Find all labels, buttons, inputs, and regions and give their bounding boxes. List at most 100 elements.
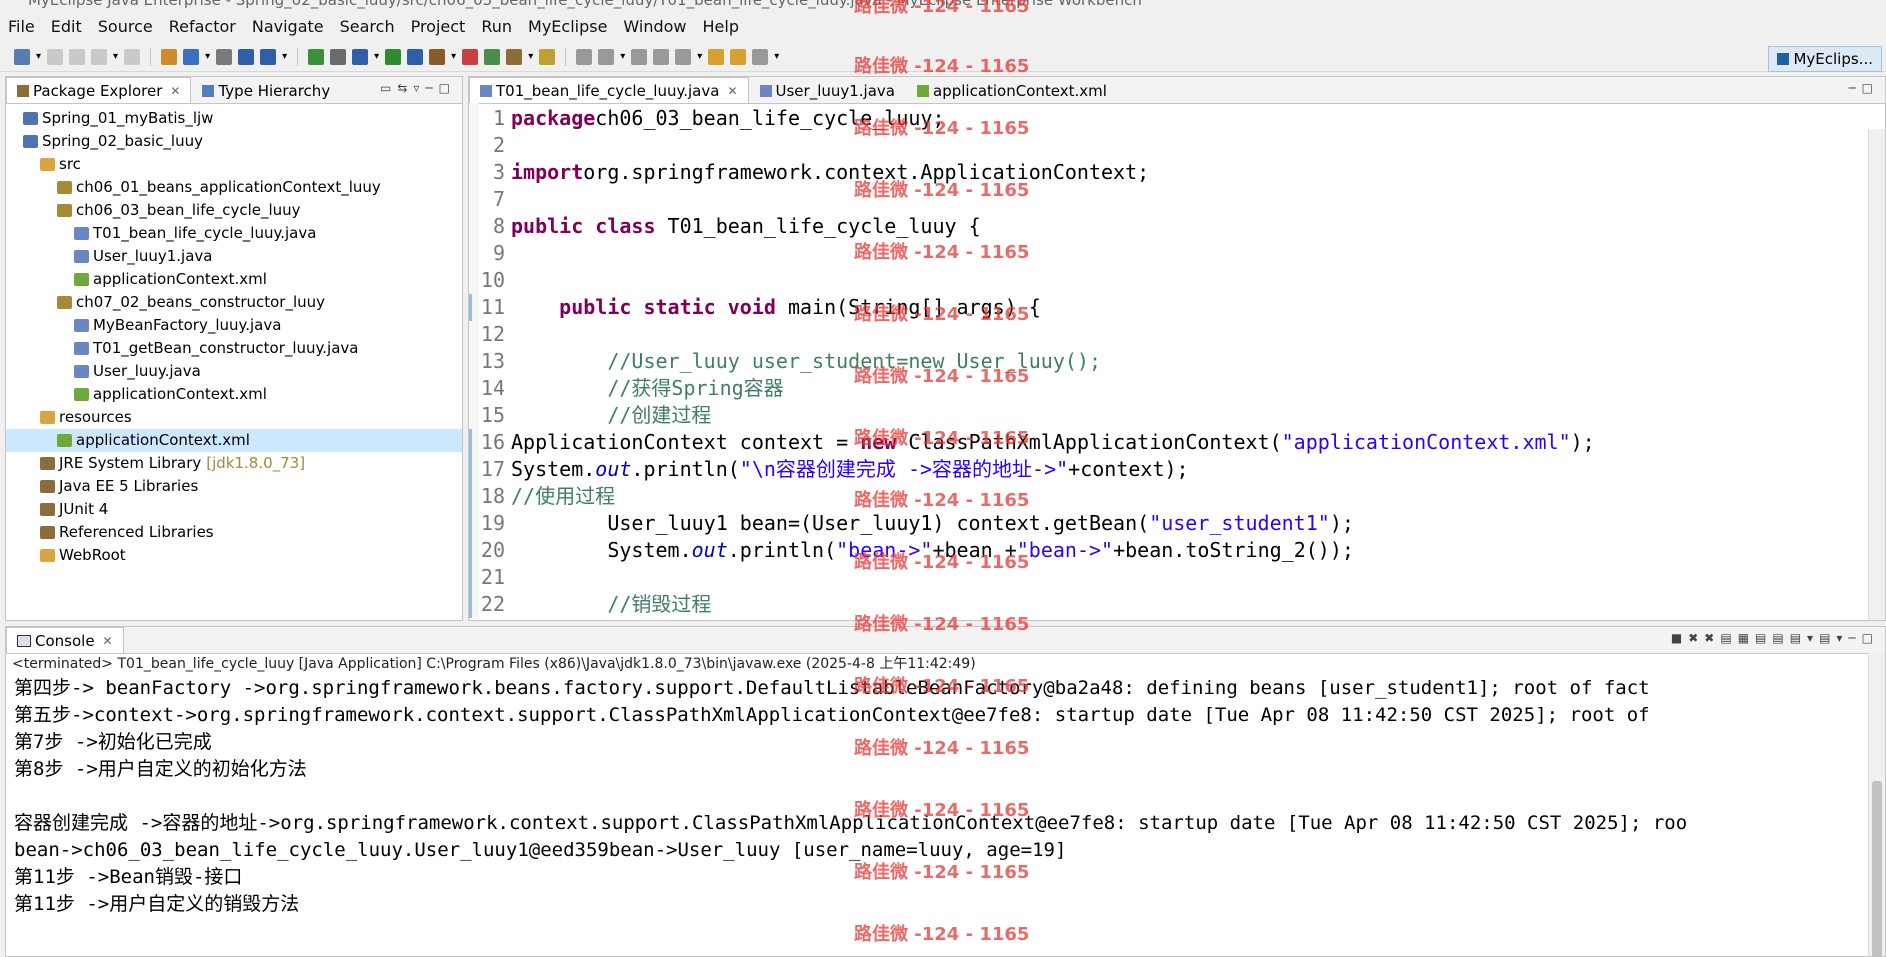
chevron-down-icon[interactable]: ▾ <box>528 51 533 62</box>
new-project-icon[interactable] <box>161 48 178 65</box>
tree-item[interactable]: Referenced Libraries <box>6 521 462 544</box>
forward-icon[interactable] <box>730 48 747 65</box>
watermark-text: 路佳微 -124 - 1165 <box>854 862 1030 883</box>
menu-item-navigate[interactable]: Navigate <box>244 17 332 36</box>
watermark-text: 路佳微 -124 - 1165 <box>854 366 1030 387</box>
wand-icon[interactable] <box>539 48 556 65</box>
menu-item-window[interactable]: Window <box>615 17 694 36</box>
print-icon[interactable] <box>91 48 108 65</box>
tree-item[interactable]: ch06_03_bean_life_cycle_luuy <box>6 199 462 222</box>
menu-item-edit[interactable]: Edit <box>43 17 90 36</box>
format-icon[interactable] <box>631 48 648 65</box>
menu-item-source[interactable]: Source <box>90 17 161 36</box>
bean-icon[interactable] <box>506 48 523 65</box>
chevron-down-icon[interactable]: ▾ <box>36 51 41 62</box>
tree-item[interactable]: src <box>6 153 462 176</box>
link-icon[interactable] <box>216 48 233 65</box>
tree-item[interactable]: applicationContext.xml <box>6 383 462 406</box>
stop-icon[interactable] <box>462 48 479 65</box>
console-line: 第8步 ->用户自定义的初始化方法 <box>14 758 307 780</box>
tree-item[interactable]: resources <box>6 406 462 429</box>
code-token: ); <box>1329 511 1354 535</box>
java-icon <box>74 250 89 263</box>
view-menu-controls[interactable]: ▭⇆▿─□ <box>380 81 456 95</box>
chevron-down-icon[interactable]: ▾ <box>774 51 779 62</box>
tree-item[interactable]: JUnit 4 <box>6 498 462 521</box>
tree-item[interactable]: Spring_02_basic_luuy <box>6 130 462 153</box>
external-tools-icon[interactable] <box>352 48 369 65</box>
code-line: 17 System.out.println("\n容器创建完成 ->容器的地址->… <box>469 456 1885 483</box>
chevron-down-icon[interactable]: ▾ <box>374 51 379 62</box>
tree-item[interactable]: User_luuy1.java <box>6 245 462 268</box>
editor-minmax-controls[interactable]: ─□ <box>1848 81 1879 95</box>
deploy-icon[interactable] <box>484 48 501 65</box>
chevron-down-icon[interactable]: ▾ <box>282 51 287 62</box>
open-type-icon[interactable] <box>260 48 277 65</box>
tree-item[interactable]: T01_getBean_constructor_luuy.java <box>6 337 462 360</box>
tree-item-label: applicationContext.xml <box>93 270 267 288</box>
tree-item[interactable]: T01_bean_life_cycle_luuy.java <box>6 222 462 245</box>
edit-icon[interactable] <box>598 48 615 65</box>
browser-icon[interactable] <box>407 48 424 65</box>
close-icon[interactable]: ✕ <box>103 629 113 653</box>
copy-icon[interactable] <box>124 48 141 65</box>
console-scrollbar[interactable] <box>1868 653 1885 956</box>
line-number: 20 <box>480 538 505 562</box>
chevron-down-icon[interactable]: ▾ <box>451 51 456 62</box>
code-line: 22 //销毁过程 <box>469 591 1885 618</box>
tree-item[interactable]: User_luuy.java <box>6 360 462 383</box>
menu-item-help[interactable]: Help <box>695 17 747 36</box>
nav-icon[interactable] <box>752 48 769 65</box>
server-icon[interactable] <box>385 48 402 65</box>
back-icon[interactable] <box>708 48 725 65</box>
chevron-down-icon[interactable]: ▾ <box>697 51 702 62</box>
code-editor[interactable]: 1 packagech06_03_bean_life_cycle_luuy; 2 3 i… <box>469 103 1885 620</box>
tree-item[interactable]: applicationContext.xml <box>6 268 462 291</box>
publish-icon[interactable] <box>429 48 446 65</box>
close-icon[interactable]: ✕ <box>727 79 737 103</box>
tree-item-label: T01_bean_life_cycle_luuy.java <box>93 224 317 242</box>
editor-scrollbar[interactable] <box>1868 129 1885 620</box>
chevron-down-icon[interactable]: ▾ <box>620 51 625 62</box>
chevron-down-icon[interactable]: ▾ <box>205 51 210 62</box>
editor-tab[interactable]: User_luuy1.java <box>749 78 907 103</box>
editor-tab[interactable]: T01_bean_life_cycle_luuy.java ✕ <box>469 77 749 103</box>
tree-item[interactable]: MyBeanFactory_luuy.java <box>6 314 462 337</box>
save-icon[interactable] <box>47 48 64 65</box>
search-icon[interactable] <box>238 48 255 65</box>
tree-item[interactable]: applicationContext.xml <box>6 429 462 452</box>
package-icon[interactable] <box>183 48 200 65</box>
tree-item[interactable]: JRE System Library [jdk1.8.0_73] <box>6 452 462 475</box>
perspective-button[interactable]: MyEclips... <box>1768 46 1882 72</box>
watermark-text: 路佳微 -124 - 1165 <box>854 242 1030 263</box>
pin-icon[interactable] <box>576 48 593 65</box>
console-toolbar[interactable]: ■✖✖▤▦▤▤▤▾▤▾─□ <box>1671 631 1879 645</box>
next-icon[interactable] <box>675 48 692 65</box>
console-scroll-thumb[interactable] <box>1872 781 1882 956</box>
tree-item[interactable]: Java EE 5 Libraries <box>6 475 462 498</box>
tree-item[interactable]: ch06_01_beans_applicationContext_luuy <box>6 176 462 199</box>
new-icon[interactable] <box>14 48 30 65</box>
menu-item-project[interactable]: Project <box>403 17 474 36</box>
editor-tab[interactable]: applicationContext.xml <box>906 78 1118 103</box>
menu-item-file[interactable]: File <box>0 17 43 36</box>
tab-type-hierarchy[interactable]: Type Hierarchy <box>191 78 341 103</box>
annotate-icon[interactable] <box>653 48 670 65</box>
tree-item[interactable]: WebRoot <box>6 544 462 567</box>
run-icon[interactable] <box>330 48 347 65</box>
chevron-down-icon[interactable]: ▾ <box>113 51 118 62</box>
menu-item-myeclipse[interactable]: MyEclipse <box>520 17 615 36</box>
line-number: 21 <box>480 565 505 589</box>
close-icon[interactable]: ✕ <box>170 79 180 103</box>
save-all-icon[interactable] <box>69 48 86 65</box>
menu-item-search[interactable]: Search <box>332 17 403 36</box>
tab-console[interactable]: Console ✕ <box>6 627 124 653</box>
menu-item-refactor[interactable]: Refactor <box>161 17 244 36</box>
menu-item-run[interactable]: Run <box>473 17 520 36</box>
tree-item[interactable]: Spring_01_myBatis_ljw <box>6 107 462 130</box>
watermark-text: 路佳微 -124 - 1165 <box>854 552 1030 573</box>
tree-item[interactable]: ch07_02_beans_constructor_luuy <box>6 291 462 314</box>
tab-package-explorer[interactable]: Package Explorer ✕ <box>6 77 192 103</box>
library-icon <box>40 503 55 516</box>
debug-icon[interactable] <box>308 48 325 65</box>
